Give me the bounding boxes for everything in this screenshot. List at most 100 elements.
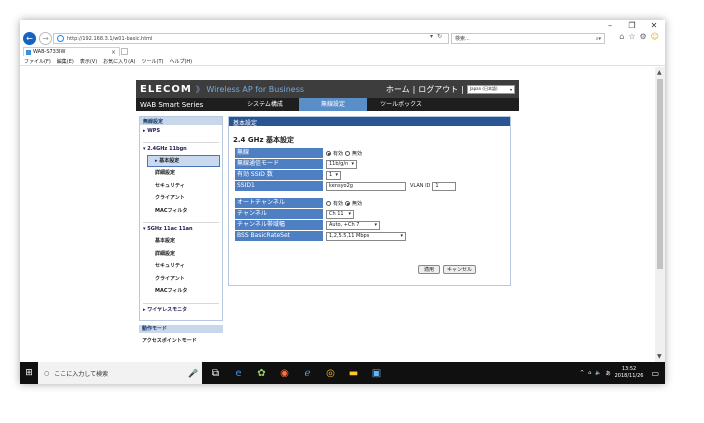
address-bar[interactable]: http://192.168.3.1/w01-basic.html (53, 33, 449, 44)
radio-wireless-disable[interactable] (345, 150, 351, 156)
home-icon[interactable]: ⌂ (619, 32, 624, 41)
label-channel: チャンネル (235, 209, 323, 219)
refresh-icon[interactable]: ↻ (437, 33, 442, 40)
cancel-button[interactable]: キャンセル (443, 265, 476, 274)
vertical-scrollbar[interactable]: ▲ ▼ (655, 67, 665, 362)
bss-rate-value: 1,2,5.5,11 Mbps (329, 233, 370, 239)
forward-button[interactable]: → (39, 32, 52, 45)
app-icon[interactable]: ✿ (254, 368, 269, 379)
address-actions: ▾ ↻ (430, 33, 442, 40)
close-icon[interactable]: ✕ (649, 21, 659, 30)
task-view-icon[interactable]: ⧉ (208, 368, 223, 379)
chrome-icon[interactable]: ◎ (323, 368, 338, 379)
nav-system[interactable]: システム構成 (231, 98, 299, 111)
clock[interactable]: 13:52 2018/11/26 (615, 366, 644, 380)
sidebar-item-5-advanced[interactable]: 詳細設定 (140, 248, 222, 261)
bandwidth-select[interactable]: Auto, +Ch 7 ▾ (326, 220, 380, 230)
maximize-icon[interactable]: ❐ (627, 21, 637, 30)
back-button[interactable]: ← (23, 32, 36, 45)
scroll-down-icon[interactable]: ▼ (657, 353, 662, 360)
internet-explorer-icon[interactable]: ℯ (300, 368, 315, 379)
operation-mode-header: 動作モード (139, 325, 223, 333)
tab-close-icon[interactable]: × (111, 49, 116, 56)
menu-tools[interactable]: ツール(T) (142, 58, 164, 65)
sidebar-item-24ghz[interactable]: ▾ 2.4GHz 11bgn (140, 143, 222, 155)
menu-edit[interactable]: 編集(E) (57, 58, 74, 65)
microphone-icon[interactable]: 🎤 (188, 369, 198, 378)
scroll-up-icon[interactable]: ▲ (657, 69, 662, 76)
row-channel: チャンネル Ch 11 ▾ (235, 209, 505, 219)
ssid-count-select[interactable]: 1 ▾ (326, 170, 341, 180)
vlan-id-field[interactable]: 1 (432, 181, 457, 191)
tab-row: WAB-S733IW × (20, 47, 665, 57)
radio-auto-enable[interactable] (326, 200, 331, 206)
dropdown-icon[interactable]: ▾ (430, 33, 433, 40)
sidebar-item-monitor[interactable]: ▸ ワイヤレスモニタ (140, 304, 222, 316)
network-icon[interactable]: ⌂ (588, 370, 591, 376)
nav-wireless[interactable]: 無線設定 (299, 98, 367, 111)
scrollbar-thumb[interactable] (657, 79, 663, 269)
language-select[interactable]: Japan (日本語) ▾ (467, 84, 515, 94)
chevron-down-icon: ▾ (400, 233, 403, 239)
sidebar-item-24-security[interactable]: セキュリティ (140, 180, 222, 193)
header-separator: | (412, 84, 416, 94)
firefox-icon[interactable]: ◉ (277, 368, 292, 379)
channel-value: Ch 11 (329, 211, 344, 217)
sidebar-header: 無線設定 (140, 117, 222, 125)
window-controls: – ❐ ✕ (605, 21, 659, 30)
apply-button[interactable]: 適用 (418, 265, 440, 274)
menu-view[interactable]: 表示(V) (80, 58, 97, 65)
label-ssid1: SSID1 (235, 181, 323, 191)
file-explorer-icon[interactable]: ▬ (346, 368, 361, 379)
sidebar-item-5ghz[interactable]: ▾ 5GHz 11ac 11an (140, 223, 222, 235)
logout-link[interactable]: ログアウト (418, 84, 458, 95)
sidebar-item-5-security[interactable]: セキュリティ (140, 260, 222, 273)
sidebar-item-24-basic[interactable]: ▸ 基本設定 (147, 155, 220, 167)
sidebar-item-5-macfilter[interactable]: MACフィルタ (140, 285, 222, 298)
windows-start-icon[interactable]: ⊞ (20, 368, 38, 378)
edge-icon[interactable]: e (231, 368, 246, 379)
radio-label: 無効 (352, 200, 363, 207)
sidebar-item-wps[interactable]: ▸ WPS (140, 125, 222, 137)
sidebar-item-5-basic[interactable]: 基本設定 (140, 235, 222, 248)
remote-desktop-icon[interactable]: ▣ (369, 368, 384, 379)
show-hidden-icons-icon[interactable]: ^ (580, 370, 584, 376)
row-bandwidth: チャンネル帯域幅 Auto, +Ch 7 ▾ (235, 220, 505, 230)
sidebar: 無線設定 ▸ WPS ▾ 2.4GHz 11bgn ▸ 基本設定 詳細設定 セキ… (139, 116, 223, 321)
taskbar-apps: ⧉ e ✿ ◉ ℯ ◎ ▬ ▣ (208, 368, 384, 379)
menu-file[interactable]: ファイル(F) (24, 58, 51, 65)
gear-icon[interactable]: ⚙ (639, 32, 646, 41)
search-input[interactable]: 検索... ⌕▾ (451, 33, 605, 44)
new-tab-button[interactable] (121, 48, 128, 55)
volume-icon[interactable]: 🔈 (595, 370, 601, 376)
tab-router[interactable]: WAB-S733IW × (23, 47, 120, 56)
channel-select[interactable]: Ch 11 ▾ (326, 209, 354, 219)
favorites-star-icon[interactable]: ☆ (628, 32, 635, 41)
home-link[interactable]: ホーム (386, 84, 410, 95)
sidebar-item-24-client[interactable]: クライアント (140, 192, 222, 205)
radio-wireless-enable[interactable] (326, 150, 331, 156)
menu-help[interactable]: ヘルプ(H) (169, 58, 192, 65)
notification-icon[interactable]: ▭ (651, 369, 659, 378)
radio-auto-disable[interactable] (345, 200, 351, 206)
clock-time: 13:52 (621, 366, 637, 372)
sidebar-item-24-advanced[interactable]: 詳細設定 (140, 167, 222, 180)
search-icon[interactable]: ⌕▾ (596, 36, 601, 42)
row-bss-rate: BSS BasicRateSet 1,2,5.5,11 Mbps ▾ (235, 231, 505, 241)
mode-select[interactable]: 11b/g/n ▾ (326, 159, 357, 169)
taskbar-search-input[interactable]: ○ ここに入力して検索 🎤 (38, 362, 202, 384)
ssid1-field[interactable]: kensyo2g (326, 181, 406, 191)
label-ssid-count: 有効 SSID 数 (235, 170, 323, 180)
chevron-down-icon: ▾ (509, 86, 512, 92)
feedback-smiley-icon[interactable]: ☺ (651, 32, 659, 41)
vlan-label: VLAN ID (410, 183, 431, 189)
ime-icon[interactable]: あ (606, 370, 611, 377)
nav-toolbox[interactable]: ツールボックス (367, 98, 435, 111)
bss-rate-select[interactable]: 1,2,5.5,11 Mbps ▾ (326, 231, 406, 241)
sidebar-item-5-client[interactable]: クライアント (140, 273, 222, 286)
chevron-down-icon: ▾ (374, 222, 377, 228)
minimize-icon[interactable]: – (605, 21, 615, 30)
label-bandwidth: チャンネル帯域幅 (235, 220, 323, 230)
sidebar-item-24-macfilter[interactable]: MACフィルタ (140, 205, 222, 218)
menu-favorites[interactable]: お気に入り(A) (103, 58, 135, 65)
